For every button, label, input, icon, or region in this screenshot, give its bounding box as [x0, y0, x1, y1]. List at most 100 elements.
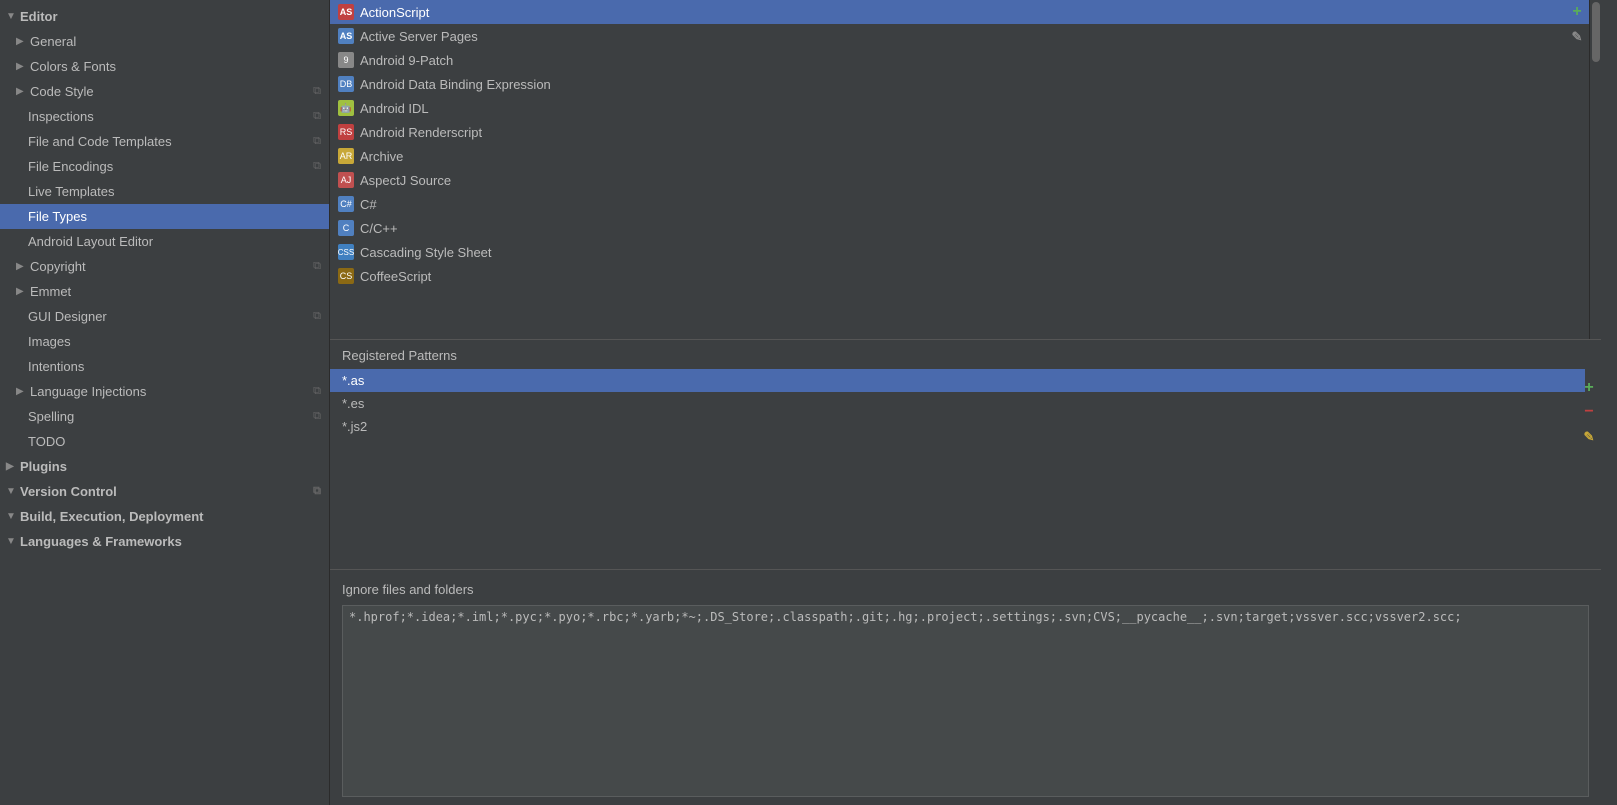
emmet-arrow-icon — [16, 286, 30, 297]
sidebar-section-languages-frameworks[interactable]: Languages & Frameworks — [0, 529, 329, 554]
language-injections-arrow-icon — [16, 386, 30, 397]
file-types-list: AS ActionScript AS Active Server Pages 9… — [330, 0, 1601, 340]
spelling-label: Spelling — [28, 409, 74, 424]
language-injections-copy-icon — [313, 385, 321, 398]
file-types-label: File Types — [28, 209, 87, 224]
file-code-templates-copy-icon — [313, 135, 321, 148]
edit-pattern-button[interactable]: ✎ — [1579, 426, 1599, 446]
active-server-pages-icon: AS — [338, 28, 354, 44]
sidebar-item-live-templates[interactable]: Live Templates — [0, 179, 329, 204]
spelling-copy-icon — [313, 410, 321, 423]
emmet-label: Emmet — [30, 284, 71, 299]
actionscript-label: ActionScript — [360, 5, 429, 20]
aspectj-label: AspectJ Source — [360, 173, 451, 188]
file-type-item-aspectj[interactable]: AJ AspectJ Source — [330, 168, 1601, 192]
sidebar-item-inspections[interactable]: Inspections — [0, 104, 329, 129]
csharp-icon: C# — [338, 196, 354, 212]
android-9-patch-icon: 9 — [338, 52, 354, 68]
ignore-input[interactable] — [342, 605, 1589, 797]
file-type-item-actionscript[interactable]: AS ActionScript — [330, 0, 1601, 24]
patterns-list: *.as *.es *.js2 — [330, 369, 1601, 569]
sidebar-section-plugins[interactable]: Plugins — [0, 454, 329, 479]
gui-designer-copy-icon — [313, 310, 321, 323]
sidebar-section-build-execution-deployment[interactable]: Build, Execution, Deployment — [0, 504, 329, 529]
file-type-item-android-9-patch[interactable]: 9 Android 9-Patch — [330, 48, 1601, 72]
sidebar-item-android-layout-editor[interactable]: Android Layout Editor — [0, 229, 329, 254]
file-type-item-css[interactable]: CSS Cascading Style Sheet — [330, 240, 1601, 264]
sidebar-item-copyright[interactable]: Copyright — [0, 254, 329, 279]
remove-pattern-button[interactable]: − — [1579, 402, 1599, 422]
file-type-item-active-server-pages[interactable]: AS Active Server Pages — [330, 24, 1601, 48]
android-data-binding-label: Android Data Binding Expression — [360, 77, 551, 92]
pattern-item-js2[interactable]: *.js2 — [330, 415, 1585, 438]
sidebar-item-file-code-templates[interactable]: File and Code Templates — [0, 129, 329, 154]
add-pattern-button[interactable]: + — [1579, 378, 1599, 398]
sidebar-item-language-injections[interactable]: Language Injections — [0, 379, 329, 404]
file-types-scrollbar-thumb — [1592, 2, 1600, 62]
sidebar-item-images[interactable]: Images — [0, 329, 329, 354]
css-icon: CSS — [338, 244, 354, 260]
intentions-label: Intentions — [28, 359, 84, 374]
version-control-arrow-icon — [6, 486, 20, 497]
inspections-copy-icon — [313, 110, 321, 123]
languages-label: Languages & Frameworks — [20, 534, 182, 549]
android-idl-icon: 🤖 — [338, 100, 354, 116]
sidebar-item-spelling[interactable]: Spelling — [0, 404, 329, 429]
plugins-arrow-icon — [6, 461, 20, 472]
sidebar-section-editor[interactable]: Editor — [0, 4, 329, 29]
file-type-item-android-idl[interactable]: 🤖 Android IDL — [330, 96, 1601, 120]
editor-section-label: Editor — [20, 9, 58, 24]
file-encodings-copy-icon — [313, 160, 321, 173]
file-code-templates-label: File and Code Templates — [28, 134, 172, 149]
file-type-item-coffeescript[interactable]: CS CoffeeScript — [330, 264, 1601, 288]
copyright-arrow-icon — [16, 261, 30, 272]
file-type-item-csharp[interactable]: C# C# — [330, 192, 1601, 216]
build-label: Build, Execution, Deployment — [20, 509, 203, 524]
editor-arrow-icon — [6, 11, 20, 22]
sidebar-item-code-style[interactable]: Code Style — [0, 79, 329, 104]
file-types-scrollbar[interactable] — [1589, 0, 1601, 339]
sidebar-item-gui-designer[interactable]: GUI Designer — [0, 304, 329, 329]
android-layout-editor-label: Android Layout Editor — [28, 234, 153, 249]
coffeescript-icon: CS — [338, 268, 354, 284]
live-templates-label: Live Templates — [28, 184, 114, 199]
csharp-label: C# — [360, 197, 377, 212]
main-content: AS ActionScript AS Active Server Pages 9… — [330, 0, 1617, 805]
sidebar-item-general[interactable]: General — [0, 29, 329, 54]
file-type-item-cpp[interactable]: C C/C++ — [330, 216, 1601, 240]
general-arrow-icon — [16, 36, 30, 47]
file-type-item-archive[interactable]: AR Archive — [330, 144, 1601, 168]
images-label: Images — [28, 334, 71, 349]
add-file-type-button[interactable]: + — [1567, 2, 1587, 22]
colors-fonts-label: Colors & Fonts — [30, 59, 116, 74]
sidebar-item-file-types[interactable]: File Types — [0, 204, 329, 229]
build-arrow-icon — [6, 511, 20, 522]
sidebar-section-version-control[interactable]: Version Control — [0, 479, 329, 504]
sidebar-item-colors-fonts[interactable]: Colors & Fonts — [0, 54, 329, 79]
colors-fonts-arrow-icon — [16, 61, 30, 72]
pattern-item-es[interactable]: *.es — [330, 392, 1585, 415]
cpp-icon: C — [338, 220, 354, 236]
languages-arrow-icon — [6, 536, 20, 547]
version-control-copy-icon — [313, 485, 321, 498]
registered-patterns-label: Registered Patterns — [330, 340, 1601, 369]
file-type-item-android-data-binding[interactable]: DB Android Data Binding Expression — [330, 72, 1601, 96]
general-label: General — [30, 34, 76, 49]
android-renderscript-label: Android Renderscript — [360, 125, 482, 140]
sidebar-item-file-encodings[interactable]: File Encodings — [0, 154, 329, 179]
edit-file-type-button[interactable]: ✎ — [1567, 26, 1587, 46]
android-idl-label: Android IDL — [360, 101, 429, 116]
active-server-pages-label: Active Server Pages — [360, 29, 478, 44]
archive-icon: AR — [338, 148, 354, 164]
pattern-item-as[interactable]: *.as — [330, 369, 1585, 392]
file-type-item-android-renderscript[interactable]: RS Android Renderscript — [330, 120, 1601, 144]
actionscript-icon: AS — [338, 4, 354, 20]
archive-label: Archive — [360, 149, 403, 164]
sidebar-item-intentions[interactable]: Intentions — [0, 354, 329, 379]
copyright-label: Copyright — [30, 259, 86, 274]
code-style-label: Code Style — [30, 84, 94, 99]
sidebar-item-todo[interactable]: TODO — [0, 429, 329, 454]
ignore-label: Ignore files and folders — [330, 578, 1601, 601]
sidebar-item-emmet[interactable]: Emmet — [0, 279, 329, 304]
coffeescript-label: CoffeeScript — [360, 269, 431, 284]
